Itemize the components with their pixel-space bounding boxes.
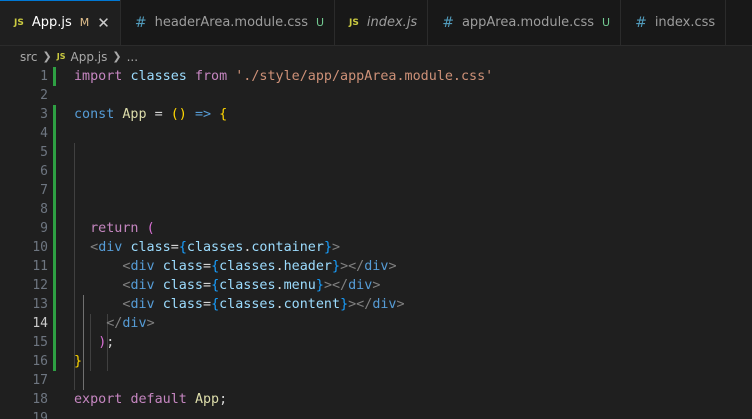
code-line[interactable]: 12 <div class={classes.menu}></div>: [0, 276, 752, 295]
tab-index-css[interactable]: # index.css: [621, 0, 727, 45]
css-file-icon: #: [635, 14, 647, 31]
breadcrumb-symbols[interactable]: ...: [127, 50, 138, 64]
git-status-badge: U: [315, 16, 325, 29]
breadcrumb-folder[interactable]: src: [20, 50, 38, 64]
tab-label: App.js: [31, 15, 72, 30]
code-line[interactable]: 8: [0, 200, 752, 219]
line-number: 5: [40, 145, 48, 160]
tab-label: index.css: [654, 15, 716, 30]
js-file-icon: JS: [349, 17, 359, 28]
breadcrumb-file[interactable]: App.js: [71, 50, 108, 64]
code-line[interactable]: 11 <div class={classes.header}></div>: [0, 257, 752, 276]
code-line[interactable]: 16}: [0, 352, 752, 371]
code-line[interactable]: 17: [0, 371, 752, 390]
line-number: 12: [32, 278, 48, 293]
line-number: 9: [40, 221, 48, 236]
tab-index-js[interactable]: JS index.js: [335, 0, 429, 45]
code-text: return (: [90, 221, 155, 236]
line-number: 16: [32, 354, 48, 369]
code-text: }: [74, 354, 83, 369]
code-text: );: [98, 335, 115, 350]
code-line[interactable]: 6: [0, 162, 752, 181]
line-number: 7: [40, 183, 48, 198]
code-line[interactable]: 7: [0, 181, 752, 200]
code-line[interactable]: 4: [0, 124, 752, 143]
css-file-icon: #: [134, 14, 147, 31]
line-number: 18: [32, 392, 48, 407]
code-line[interactable]: 14 </div>: [0, 314, 752, 333]
code-line[interactable]: 9 return (: [0, 219, 752, 238]
js-file-icon: JS: [14, 17, 24, 28]
code-line[interactable]: 1 import classes from './style/app/appAre…: [0, 67, 752, 86]
code-line[interactable]: 3 const App = () => {: [0, 105, 752, 124]
line-number: 11: [32, 259, 48, 274]
line-number: 19: [32, 411, 48, 419]
css-file-icon: #: [442, 14, 454, 31]
git-status-badge: M: [79, 16, 90, 29]
code-line[interactable]: 18 export default App;: [0, 390, 752, 409]
tab-app-js[interactable]: JS App.js M ✕: [0, 0, 121, 45]
line-number: 8: [40, 202, 48, 217]
git-status-badge: U: [602, 16, 611, 29]
code-line[interactable]: 13 <div class={classes.content}></div>: [0, 295, 752, 314]
code-line[interactable]: 5: [0, 143, 752, 162]
line-number: 1: [40, 69, 48, 84]
editor-tab-bar: JS App.js M ✕ # headerArea.module.css U JS index…: [0, 0, 752, 46]
line-number: 3: [40, 107, 48, 122]
code-text: <div class={classes.container}>: [90, 240, 341, 255]
code-text: import classes from './style/app/appArea…: [74, 69, 494, 84]
code-text: const App = () => {: [74, 107, 228, 122]
code-text: <div class={classes.menu}></div>: [122, 278, 381, 293]
code-text: <div class={classes.header}></div>: [122, 259, 397, 274]
code-editor[interactable]: 1 import classes from './style/app/appAre…: [0, 67, 752, 419]
code-text: </div>: [106, 316, 155, 331]
line-number: 4: [40, 126, 48, 141]
tab-headerarea-module-css[interactable]: # headerArea.module.css U: [121, 0, 336, 45]
tab-apparea-module-css[interactable]: # appArea.module.css U: [428, 0, 622, 45]
close-icon[interactable]: ✕: [97, 14, 110, 32]
js-file-icon: JS: [56, 52, 66, 61]
code-line[interactable]: 10 <div class={classes.container}>: [0, 238, 752, 257]
code-line[interactable]: 19: [0, 409, 752, 419]
tab-label: index.js: [366, 15, 418, 30]
line-number: 6: [40, 164, 48, 179]
line-number: 15: [32, 335, 48, 350]
line-number: 2: [40, 88, 48, 103]
chevron-right-icon: ❯: [112, 50, 122, 63]
tab-label: appArea.module.css: [461, 15, 595, 30]
code-text: export default App;: [74, 392, 228, 407]
chevron-right-icon: ❯: [42, 50, 52, 63]
line-number: 13: [32, 297, 48, 312]
line-number: 10: [32, 240, 48, 255]
line-number: 14: [32, 316, 48, 331]
code-line[interactable]: 15 );: [0, 333, 752, 352]
code-text: <div class={classes.content}></div>: [122, 297, 405, 312]
code-line[interactable]: 2: [0, 86, 752, 105]
tab-label: headerArea.module.css: [154, 15, 308, 30]
breadcrumb: src ❯ JS App.js ❯ ...: [0, 46, 752, 67]
line-number: 17: [32, 373, 48, 388]
